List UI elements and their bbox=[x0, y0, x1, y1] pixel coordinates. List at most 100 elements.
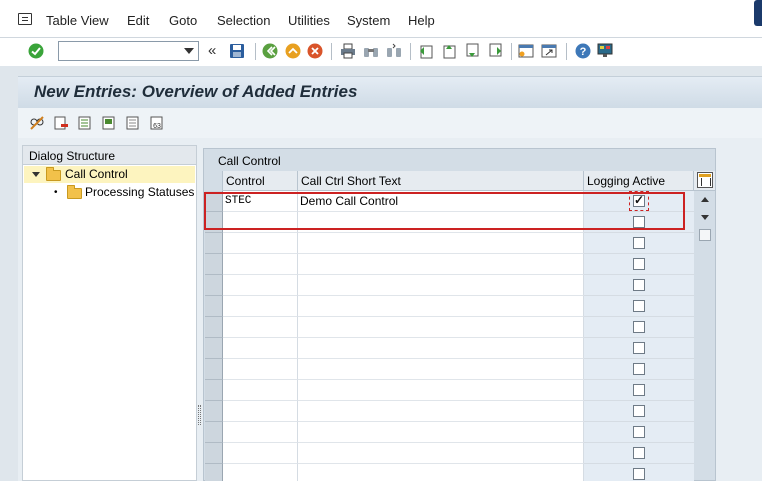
logging-active-checkbox[interactable] bbox=[633, 405, 645, 417]
row-selector-button[interactable] bbox=[205, 401, 223, 422]
row-selector-button[interactable] bbox=[205, 254, 223, 275]
logging-active-checkbox[interactable] bbox=[633, 279, 645, 291]
system-menu-icon[interactable] bbox=[18, 13, 32, 25]
cell-short-text[interactable] bbox=[298, 401, 584, 422]
row-selector-button[interactable] bbox=[205, 422, 223, 443]
logging-active-checkbox[interactable] bbox=[633, 321, 645, 333]
logging-active-checkbox[interactable] bbox=[633, 384, 645, 396]
cell-short-text[interactable] bbox=[298, 338, 584, 359]
window-control-button[interactable] bbox=[754, 0, 762, 26]
row-selector-button[interactable] bbox=[205, 380, 223, 401]
command-field[interactable] bbox=[58, 41, 199, 61]
exit-icon[interactable] bbox=[285, 43, 301, 59]
cell-control[interactable] bbox=[223, 296, 298, 317]
row-selector-button[interactable] bbox=[205, 443, 223, 464]
select-block-icon[interactable] bbox=[101, 115, 117, 131]
vertical-scrollbar[interactable] bbox=[696, 190, 714, 481]
row-selector-button[interactable] bbox=[205, 317, 223, 338]
row-selector-button[interactable] bbox=[205, 359, 223, 380]
svg-text:63: 63 bbox=[153, 123, 161, 130]
row-selector-button[interactable] bbox=[205, 464, 223, 481]
row-selector-button[interactable] bbox=[205, 275, 223, 296]
table-settings-icon[interactable] bbox=[697, 172, 713, 188]
cell-control[interactable] bbox=[223, 464, 298, 481]
row-selector-button[interactable] bbox=[205, 296, 223, 317]
select-all-icon[interactable] bbox=[77, 115, 93, 131]
cell-short-text[interactable] bbox=[298, 317, 584, 338]
column-header-short-text[interactable]: Call Ctrl Short Text bbox=[298, 171, 584, 191]
where-used-icon[interactable]: 63 bbox=[149, 115, 165, 131]
folder-icon bbox=[67, 185, 82, 199]
scroll-thumb[interactable] bbox=[699, 229, 711, 241]
scroll-down-icon[interactable] bbox=[701, 215, 709, 220]
help-icon[interactable]: ? bbox=[575, 43, 591, 59]
logging-active-checkbox[interactable] bbox=[633, 363, 645, 375]
svg-text:?: ? bbox=[580, 46, 587, 58]
cell-short-text[interactable] bbox=[298, 443, 584, 464]
cell-control[interactable] bbox=[223, 233, 298, 254]
logging-active-checkbox[interactable] bbox=[633, 447, 645, 459]
cell-control[interactable] bbox=[223, 401, 298, 422]
cell-short-text[interactable] bbox=[298, 464, 584, 481]
expand-arrow-icon[interactable] bbox=[32, 172, 40, 177]
chevron-down-icon[interactable] bbox=[184, 48, 194, 54]
logging-active-checkbox[interactable] bbox=[633, 237, 645, 249]
previous-page-icon[interactable] bbox=[441, 43, 457, 59]
logging-active-checkbox[interactable] bbox=[633, 468, 645, 480]
menu-table-view[interactable]: Table View bbox=[46, 13, 109, 28]
cell-control[interactable] bbox=[223, 443, 298, 464]
scroll-up-icon[interactable] bbox=[701, 197, 709, 202]
cell-short-text[interactable] bbox=[298, 359, 584, 380]
menu-goto[interactable]: Goto bbox=[169, 13, 197, 28]
layout-icon[interactable] bbox=[597, 43, 613, 59]
create-session-icon[interactable] bbox=[518, 43, 534, 59]
row-selector-button[interactable] bbox=[205, 338, 223, 359]
find-icon[interactable] bbox=[363, 43, 379, 59]
save-icon[interactable] bbox=[229, 43, 245, 59]
menu-help[interactable]: Help bbox=[408, 13, 435, 28]
shortcut-icon[interactable] bbox=[541, 43, 557, 59]
first-page-icon[interactable] bbox=[418, 43, 434, 59]
column-header-logging-active[interactable]: Logging Active bbox=[584, 171, 694, 191]
back-icon[interactable] bbox=[262, 43, 278, 59]
cell-control[interactable] bbox=[223, 338, 298, 359]
find-next-icon[interactable] bbox=[386, 43, 402, 59]
enter-icon[interactable] bbox=[28, 43, 44, 59]
cancel-icon[interactable] bbox=[307, 43, 323, 59]
menu-utilities[interactable]: Utilities bbox=[288, 13, 330, 28]
deselect-all-icon[interactable] bbox=[125, 115, 141, 131]
cell-short-text[interactable] bbox=[298, 296, 584, 317]
logging-active-checkbox[interactable] bbox=[633, 426, 645, 438]
cell-control[interactable] bbox=[223, 317, 298, 338]
cell-short-text[interactable] bbox=[298, 380, 584, 401]
change-display-icon[interactable] bbox=[29, 115, 45, 131]
select-all-rows-button[interactable] bbox=[205, 171, 223, 191]
tree-node-call-control[interactable]: Call Control bbox=[24, 166, 195, 183]
delete-icon[interactable] bbox=[53, 115, 69, 131]
next-page-icon[interactable] bbox=[464, 43, 480, 59]
row-selector-button[interactable] bbox=[205, 233, 223, 254]
panel-splitter[interactable] bbox=[198, 405, 201, 425]
logging-active-checkbox[interactable] bbox=[633, 258, 645, 270]
cell-short-text[interactable] bbox=[298, 422, 584, 443]
cell-control[interactable] bbox=[223, 254, 298, 275]
column-header-control[interactable]: Control bbox=[223, 171, 298, 191]
menu-edit[interactable]: Edit bbox=[127, 13, 149, 28]
cell-short-text[interactable] bbox=[298, 254, 584, 275]
logging-active-checkbox[interactable] bbox=[633, 342, 645, 354]
cell-control[interactable] bbox=[223, 359, 298, 380]
menu-system[interactable]: System bbox=[347, 13, 390, 28]
cell-control[interactable] bbox=[223, 422, 298, 443]
menu-selection[interactable]: Selection bbox=[217, 13, 270, 28]
logging-active-checkbox[interactable] bbox=[633, 300, 645, 312]
cell-control[interactable] bbox=[223, 380, 298, 401]
cell-short-text[interactable] bbox=[298, 233, 584, 254]
last-page-icon[interactable] bbox=[487, 43, 503, 59]
back-history-icon[interactable]: « bbox=[208, 42, 216, 59]
cell-short-text[interactable] bbox=[298, 275, 584, 296]
cell-control[interactable] bbox=[223, 275, 298, 296]
tree-node-processing-statuses[interactable]: • Processing Statuses bbox=[24, 184, 195, 201]
print-icon[interactable] bbox=[340, 43, 356, 59]
command-input[interactable] bbox=[59, 42, 177, 60]
table-row bbox=[205, 338, 695, 359]
